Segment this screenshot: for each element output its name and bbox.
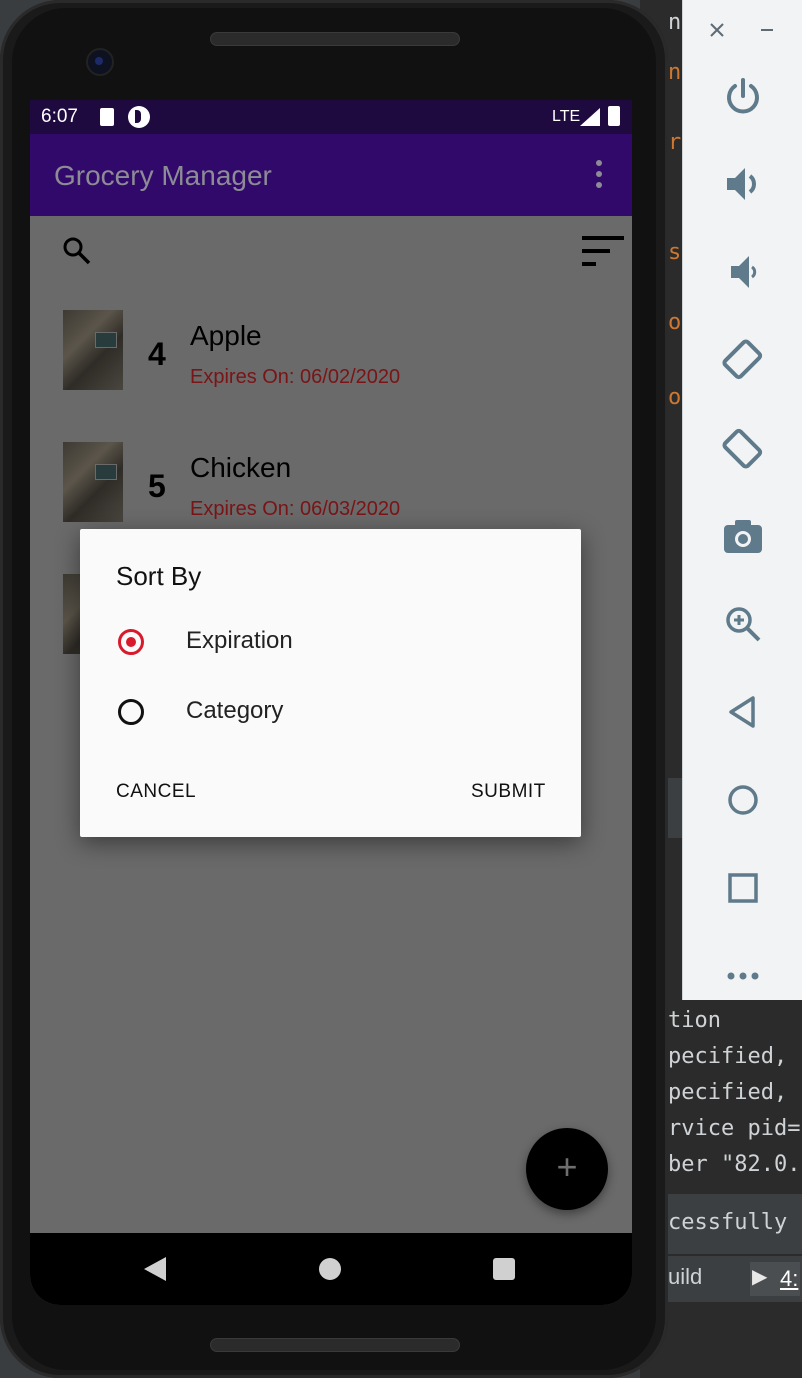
sort-dialog: Sort By Expiration Category CANCEL SUBMI… — [80, 529, 581, 837]
run-icon: ▶ — [752, 1264, 768, 1288]
app-title: Grocery Manager — [54, 160, 272, 191]
overflow-menu-icon[interactable] — [590, 160, 608, 190]
radio-unselected-icon[interactable] — [118, 699, 144, 725]
nav-home-icon[interactable] — [319, 1258, 341, 1280]
plus-icon: + — [556, 1146, 578, 1187]
camera-icon — [724, 520, 762, 553]
rotate-right-icon — [722, 428, 763, 469]
dialog-title: Sort By — [116, 561, 202, 591]
volume-down-button[interactable] — [683, 242, 802, 302]
search-icon[interactable] — [62, 236, 92, 266]
top-speaker — [210, 32, 460, 46]
item-name: Apple — [190, 320, 262, 351]
power-button[interactable] — [683, 66, 802, 126]
ide-log-line: tion — [668, 1008, 721, 1033]
system-nav-bar — [30, 1233, 632, 1305]
item-name: Chicken — [190, 452, 292, 483]
volume-up-button[interactable] — [683, 154, 802, 214]
item-thumbnail — [63, 310, 123, 390]
sort-option-category[interactable]: Category — [100, 687, 560, 737]
list-item[interactable]: 5 Chicken Expires On: 06/03/2020 — [30, 432, 632, 532]
front-camera — [86, 48, 114, 76]
screenshot-button[interactable] — [683, 506, 802, 566]
close-icon[interactable] — [709, 22, 725, 38]
item-quantity: 4 — [148, 336, 166, 372]
status-time: 6:07 — [41, 106, 78, 127]
ide-build-message: cessfully f — [668, 1210, 802, 1235]
play-protect-icon — [128, 106, 150, 128]
sd-card-icon — [100, 108, 114, 126]
more-button[interactable] — [683, 946, 802, 1006]
emulator-control-panel — [682, 0, 802, 1000]
ide-log-line: rvice pid= — [668, 1116, 801, 1141]
bottom-speaker — [210, 1338, 460, 1352]
rotate-left-icon — [722, 339, 763, 380]
status-bar: 6:07 LTE — [30, 100, 632, 134]
back-button[interactable] — [683, 682, 802, 742]
list-item[interactable]: 4 Apple Expires On: 06/02/2020 — [30, 300, 632, 400]
item-quantity: 5 — [148, 468, 166, 504]
overview-button[interactable] — [683, 858, 802, 918]
radio-selected-icon[interactable] — [118, 629, 144, 655]
zoom-icon — [726, 607, 761, 642]
ide-log-line: pecified, — [668, 1080, 788, 1105]
nav-overview-icon[interactable] — [493, 1258, 515, 1280]
sort-option-expiration[interactable]: Expiration — [100, 617, 560, 667]
volume-up-icon — [727, 168, 756, 200]
rotate-right-button[interactable] — [683, 418, 802, 478]
home-button[interactable] — [683, 770, 802, 830]
nav-back-icon[interactable] — [144, 1257, 166, 1281]
volume-down-icon — [731, 256, 757, 288]
sort-icon[interactable] — [580, 234, 626, 268]
overview-icon — [728, 873, 758, 903]
home-icon — [728, 785, 758, 815]
item-expiry: Expires On: 06/02/2020 — [190, 366, 401, 388]
battery-icon — [608, 106, 620, 126]
minimize-icon[interactable] — [759, 22, 775, 38]
app-bar: Grocery Manager — [30, 134, 632, 216]
option-label: Category — [186, 697, 284, 724]
cancel-button[interactable]: CANCEL — [116, 781, 196, 803]
item-thumbnail — [63, 442, 123, 522]
run-tab-number: 4: — [780, 1266, 799, 1291]
back-icon — [729, 696, 755, 728]
phone-screen: 6:07 LTE Grocery Manager 4 Apple Expires… — [30, 100, 632, 1305]
rotate-left-button[interactable] — [683, 330, 802, 390]
network-type: LTE — [552, 108, 581, 125]
submit-button[interactable]: SUBMIT — [471, 781, 546, 803]
item-expiry: Expires On: 06/03/2020 — [190, 498, 401, 520]
ide-tab-run[interactable]: ▶ 4: — [750, 1262, 800, 1296]
power-icon — [727, 78, 759, 114]
option-label: Expiration — [186, 627, 293, 654]
zoom-button[interactable] — [683, 594, 802, 654]
more-icon — [727, 972, 759, 980]
ide-log-line: ber "82.0. — [668, 1152, 801, 1177]
ide-tab-build[interactable]: uild — [668, 1264, 702, 1290]
ide-log-line: pecified, — [668, 1044, 788, 1069]
signal-icon — [580, 108, 600, 126]
add-item-button[interactable]: + — [526, 1128, 608, 1210]
